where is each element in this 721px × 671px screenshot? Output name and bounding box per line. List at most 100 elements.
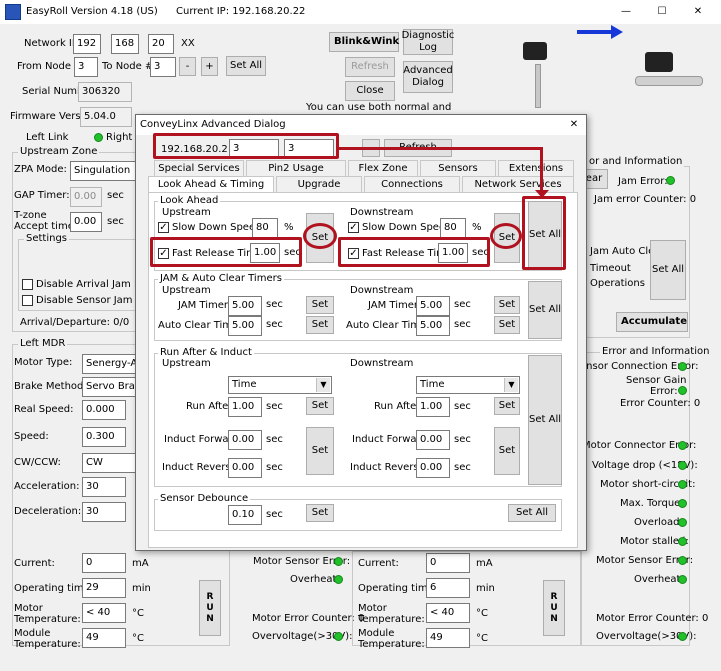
tab-network-services[interactable]: Network Services [462,176,574,192]
jam-timers-title: JAM & Auto Clear Timers [158,273,284,285]
highlight-set-down [490,223,522,249]
debounce-set-button[interactable]: Set [306,504,334,522]
tab-look-ahead-timing[interactable]: Look Ahead & Timing [148,176,274,192]
induct-rev-up-input[interactable]: 0.00 [228,458,262,478]
induct-down-set-button[interactable]: Set [494,427,520,475]
ip-octet-1[interactable]: 192 [73,34,101,54]
jam-downstream-label: Downstream [350,285,414,296]
advanced-dialog-button[interactable]: Advanced Dialog [403,61,453,93]
slow-down-up-input[interactable]: 80 [252,218,278,238]
rp-short-led [678,480,687,489]
slow-down-down-input[interactable]: 80 [440,218,466,238]
jam-timer-up-set-button[interactable]: Set [306,296,334,314]
motor-type-select[interactable]: Senergy-Ai ECO [82,354,136,374]
cwccw-select[interactable]: CW [82,453,136,473]
run-after-set-all-button[interactable]: Set All [528,355,562,485]
blink-wink-button[interactable]: Blink&Wink [329,32,399,52]
tzone-input[interactable]: 0.00 [70,212,102,232]
disable-sensor-checkbox[interactable] [22,295,33,306]
tab-extensions[interactable]: Extensions [498,160,574,176]
close-main-button[interactable]: Close [345,81,395,101]
tab-flex-zone[interactable]: Flex Zone [348,160,418,176]
decel-input[interactable]: 30 [82,502,126,522]
tab-special-services[interactable]: Special Services [154,160,244,176]
set-all-button[interactable]: Set All [226,56,266,76]
debounce-input[interactable]: 0.10 [228,505,262,525]
gap-timer-input[interactable]: 0.00 [70,187,102,207]
set-all-right-button[interactable]: Set All [650,240,686,300]
disable-arrival-checkbox[interactable] [22,279,33,290]
debounce-unit: sec [266,509,283,520]
overheat-label: Overheat: [290,574,340,585]
refresh-button[interactable]: Refresh [345,57,395,77]
run-left-button[interactable]: RUN [199,580,221,636]
rp-max-torque-label: Max. Torque: [620,498,684,509]
jam-set-all-button[interactable]: Set All [528,281,562,339]
tab-upgrade[interactable]: Upgrade [276,176,362,192]
ra-down-mode-select[interactable]: Time ▼ [416,376,520,394]
auto-clear-down-input[interactable]: 5.00 [416,316,450,336]
app-title: EasyRoll Version 4.18 (US) [26,6,158,17]
rp-motor-counter: Motor Error Counter: 0 [596,613,709,624]
run-after-down-set-button[interactable]: Set [494,397,520,415]
rp-sensor-gain-label-2: Error: [650,386,678,397]
roller-icon-2 [635,76,703,86]
auto-clear-up-set-button[interactable]: Set [306,316,334,334]
close-button[interactable]: ✕ [684,2,712,22]
induct-rev-down-input[interactable]: 0.00 [416,458,450,478]
debounce-set-all-button[interactable]: Set All [508,504,556,522]
arrow-head-icon [611,25,623,39]
rp-max-torque-led [678,499,687,508]
rp-title: Error and Information [600,346,712,358]
serial-field: 306320 [78,82,132,102]
jam-error-led [666,176,675,185]
to-node-input[interactable]: 3 [150,57,176,77]
auto-clear-down-set-button[interactable]: Set [494,316,520,334]
run-left-label: RUN [205,591,215,625]
accumulate-button[interactable]: Accumulate [616,312,688,332]
brake-select[interactable]: Servo Brake [82,377,136,397]
minimize-button[interactable]: — [612,2,640,22]
speed-input[interactable]: 0.300 [82,427,126,447]
induct-up-set-button[interactable]: Set [306,427,334,475]
jam-timer-up-input[interactable]: 5.00 [228,296,262,316]
r-motortemp-label-2: Temperature: [358,614,425,625]
jam-error-label: Jam Error: [618,176,668,187]
ra-up-mode-select[interactable]: Time ▼ [228,376,332,394]
ra-upstream-label: Upstream [162,358,211,369]
jam-timer-down-input[interactable]: 5.00 [416,296,450,316]
jam-timer-down-set-button[interactable]: Set [494,296,520,314]
node-minus-button[interactable]: - [179,57,196,76]
annotation-line [339,147,542,150]
induct-rev-up-unit: sec [266,462,283,473]
run-after-down-unit: sec [454,401,471,412]
chevron-down-icon: ▼ [316,378,330,392]
tab-sensors[interactable]: Sensors [420,160,496,176]
induct-fwd-up-input[interactable]: 0.00 [228,430,262,450]
auto-clear-up-input[interactable]: 5.00 [228,316,262,336]
current-field: 0 [82,553,126,573]
dialog-close-button[interactable]: ✕ [564,116,584,134]
run-right-button[interactable]: RUN [543,580,565,636]
accel-input[interactable]: 30 [82,477,126,497]
auto-clear-up-unit: sec [266,319,283,330]
conveyor-graphic [505,24,713,122]
ip-octet-2[interactable]: 168 [111,34,139,54]
run-after-down-input[interactable]: 1.00 [416,397,450,417]
induct-fwd-down-input[interactable]: 0.00 [416,430,450,450]
run-after-up-set-button[interactable]: Set [306,397,334,415]
maximize-button[interactable]: ☐ [648,2,676,22]
tab-connections[interactable]: Connections [364,176,460,192]
ip-octet-3[interactable]: 20 [148,34,174,54]
run-after-up-input[interactable]: 1.00 [228,397,262,417]
tab-pin2-usage[interactable]: Pin2 Usage [246,160,346,176]
from-node-input[interactable]: 3 [74,57,98,77]
rp-overheat-label: Overheat: [634,574,684,585]
run-after-up-unit: sec [266,401,283,412]
node-plus-button[interactable]: + [201,57,218,76]
zpa-mode-select[interactable]: Singulation [70,161,136,181]
slow-down-up-checkbox[interactable]: ✓ [158,222,169,233]
slow-down-down-checkbox[interactable]: ✓ [348,222,359,233]
motor-module-icon [523,42,547,60]
diagnostic-log-button[interactable]: Diagnostic Log [402,29,454,55]
